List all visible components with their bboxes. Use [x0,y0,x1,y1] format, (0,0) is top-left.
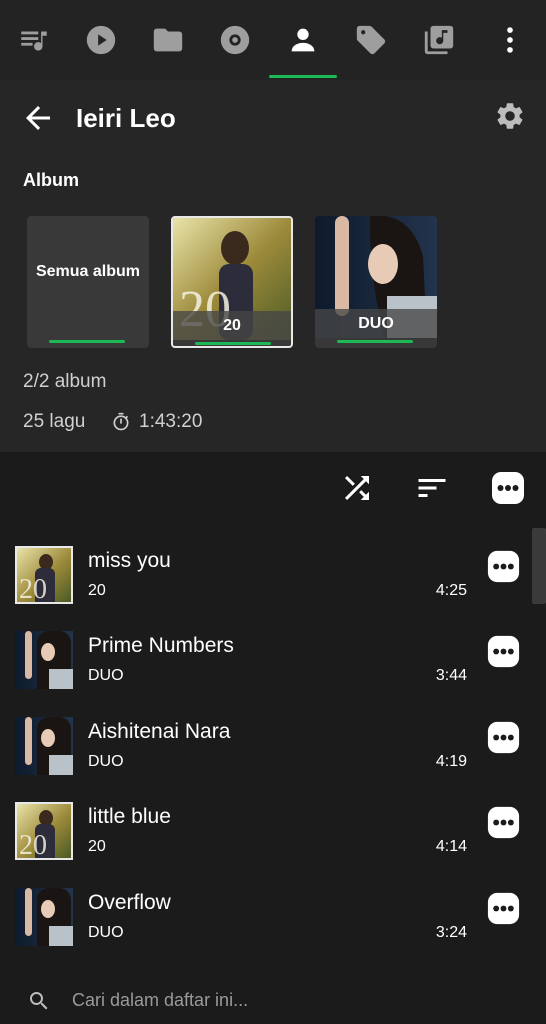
track-thumbnail [15,717,73,775]
album-card-label: 20 [173,311,291,340]
album-card-label: DUO [315,309,437,338]
tab-library[interactable] [405,0,473,80]
more-options-icon[interactable] [490,470,526,506]
track-album: DUO [88,753,124,770]
shuffle-icon[interactable] [339,470,375,506]
more-options-icon[interactable] [487,635,520,668]
track-thumbnail [15,631,73,689]
track-row[interactable]: Prime Numbers DUO 3:44 [0,622,530,708]
gear-icon[interactable] [494,100,526,132]
track-title: miss you [88,549,171,572]
album-card-underline [195,342,271,345]
active-tab-indicator [269,75,337,78]
timer-icon [113,412,129,431]
album-count: 2/2 album [23,371,107,392]
track-row[interactable]: Overflow DUO 3:24 [0,879,530,965]
track-duration: 4:14 [435,838,467,855]
track-duration: 3:24 [435,924,467,941]
track-duration: 4:25 [435,582,467,599]
track-duration: 3:44 [435,667,467,684]
total-duration: 1:43:20 [139,411,203,432]
album-card-underline [49,340,125,343]
tab-artists[interactable] [269,0,337,80]
more-options-icon[interactable] [487,806,520,839]
top-tab-bar [0,0,546,80]
track-title: Prime Numbers [88,634,234,657]
more-vert-icon [507,27,513,53]
more-options-icon[interactable] [487,550,520,583]
track-title: Aishitenai Nara [88,720,231,743]
track-album: 20 [88,838,106,855]
track-album: 20 [88,582,106,599]
track-row[interactable]: Aishitenai Nara DUO 4:19 [0,708,530,794]
person-icon [291,28,315,52]
track-thumbnail: 20 [15,546,73,604]
more-options-icon[interactable] [487,892,520,925]
track-row[interactable]: 20 miss you 20 4:25 [0,537,530,623]
album-card-20[interactable]: 20 20 [171,216,293,348]
folder-icon [153,28,183,52]
more-options-icon[interactable] [487,721,520,754]
album-section-label: Album [23,170,79,190]
song-count: 25 lagu [23,411,86,432]
tab-genres[interactable] [337,0,405,80]
play-circle-icon [86,25,116,55]
tab-folders[interactable] [134,0,202,80]
track-thumbnail: 20 [15,802,73,860]
scrollbar-thumb[interactable] [532,528,546,604]
tab-now-playing[interactable] [67,0,135,80]
tab-playlists[interactable] [0,0,68,80]
album-card-label: Semua album [35,263,141,280]
search-icon [30,992,48,1010]
album-card-duo[interactable]: DUO [315,216,437,348]
track-row[interactable]: 20 little blue 20 4:14 [0,793,530,879]
back-arrow-icon[interactable] [20,100,56,136]
track-title: Overflow [88,891,171,914]
tag-icon [356,25,386,55]
artist-title: Ieiri Leo [76,103,176,133]
track-title: little blue [88,805,171,828]
album-card-underline [337,340,413,343]
album-disc-icon [220,25,250,55]
tab-albums[interactable] [201,0,269,80]
search-input[interactable] [72,985,512,1015]
album-card-all[interactable]: Semua album [27,216,149,348]
music-library-icon [424,25,454,55]
sort-icon[interactable] [414,470,450,506]
track-duration: 4:19 [435,753,467,770]
track-album: DUO [88,924,124,941]
track-album: DUO [88,667,124,684]
overflow-menu-button[interactable] [476,0,544,80]
track-thumbnail [15,888,73,946]
queue-music-icon [21,31,47,51]
